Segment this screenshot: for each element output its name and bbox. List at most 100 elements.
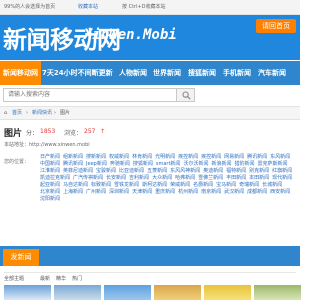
tag-link[interactable]: 成都新闻 <box>247 189 267 195</box>
breadcrumb: ⌂ 首页 › 新闻快讯 › 图片 <box>0 106 300 120</box>
tag-link[interactable]: 长城新闻 <box>262 182 282 188</box>
tag-link[interactable]: 林肯新闻 <box>132 154 152 160</box>
tag-link[interactable]: 光明新闻 <box>155 154 175 160</box>
tag-link[interactable]: 腾讯新闻 <box>63 161 83 167</box>
page-title: 图片 <box>4 129 23 139</box>
tags-label: 您的位置： <box>4 159 30 165</box>
thumbnail-image[interactable] <box>204 285 251 300</box>
tag-link[interactable]: 哈弗新闻 <box>175 175 195 181</box>
tag-link[interactable]: 宝马新闻 <box>216 182 236 188</box>
search-input[interactable] <box>3 88 178 102</box>
search-icon <box>182 91 191 100</box>
favorite-link[interactable]: 收藏本站 <box>78 0 98 14</box>
divider <box>4 272 296 273</box>
tag-link[interactable]: 标致新闻 <box>91 182 111 188</box>
author-label: 分： <box>26 130 39 137</box>
thumbnail-image[interactable] <box>154 285 201 300</box>
tag-link[interactable]: 东风风神新闻 <box>170 168 200 174</box>
tag-link[interactable]: 丰田新闻 <box>226 175 246 181</box>
tag-link[interactable]: 江淮新闻 <box>40 168 60 174</box>
tag-link[interactable]: 广汽传祺新闻 <box>73 175 103 181</box>
tag-link[interactable]: 中国新闻 <box>40 161 60 167</box>
tag-link[interactable]: 凯迪拉克新闻 <box>40 175 70 181</box>
tag-link[interactable]: 现代新闻 <box>272 175 292 181</box>
sort-latest[interactable]: 最新 <box>40 275 50 282</box>
tag-link[interactable]: 别克新闻 <box>249 168 269 174</box>
tag-link[interactable]: 猎豹新闻 <box>234 161 254 167</box>
tag-link[interactable]: 奇瑞新闻 <box>239 182 259 188</box>
sort-hot[interactable]: 热门 <box>72 275 82 282</box>
tag-link[interactable]: 雷克萨斯新闻 <box>257 161 287 167</box>
tag-link[interactable]: 奥迪新闻 <box>203 168 223 174</box>
search-button[interactable] <box>176 88 195 102</box>
tag-link[interactable]: 上海新闻 <box>63 189 83 195</box>
tag-link[interactable]: 新浪新闻 <box>211 161 231 167</box>
views-label: 浏览： <box>64 130 83 137</box>
tag-link[interactable]: 南京新闻 <box>201 189 221 195</box>
tag-link[interactable]: 天津新闻 <box>132 189 152 195</box>
tag-link[interactable]: 杭州新闻 <box>178 189 198 195</box>
tag-link[interactable]: 雪佛兰新闻 <box>198 175 223 181</box>
tag-link[interactable]: 雪铁龙新闻 <box>114 182 139 188</box>
tag-link[interactable]: 西安新闻 <box>270 189 290 195</box>
shortcut-hint: 按 Ctrl+D收藏本站 <box>122 4 166 10</box>
tag-link[interactable]: 沈阳新闻 <box>40 196 60 202</box>
tag-link[interactable]: 大众新闻 <box>152 175 172 181</box>
tag-link[interactable]: 英菲尼迪新闻 <box>63 168 93 174</box>
tag-link[interactable]: 深圳新闻 <box>109 189 129 195</box>
thumbnail-image[interactable] <box>104 285 151 300</box>
breadcrumb-home[interactable]: 首页 <box>12 107 22 119</box>
tag-link[interactable]: 权威新闻 <box>109 154 129 160</box>
tag-link[interactable]: 五菱新闻 <box>147 168 167 174</box>
tag-link[interactable]: 长安新闻 <box>106 175 126 181</box>
tag-link[interactable]: 红旗新闻 <box>272 168 292 174</box>
tag-link[interactable]: 荣威新闻 <box>170 182 190 188</box>
nav-item-auto[interactable]: 汽车新闻 <box>258 66 286 80</box>
thumbnail-image[interactable] <box>4 285 51 300</box>
tag-link[interactable]: 武汉新闻 <box>224 189 244 195</box>
breadcrumb-current: 图片 <box>60 110 71 116</box>
sort-featured[interactable]: 精华 <box>56 275 66 282</box>
tab-post-news[interactable]: 发新闻 <box>3 249 39 266</box>
nav-item-world[interactable]: 世界新闻 <box>153 66 181 80</box>
tag-link[interactable]: 斯柯达新闻 <box>142 182 167 188</box>
home-button[interactable]: 请回首页 <box>256 19 296 33</box>
thumbnail-image[interactable] <box>54 285 101 300</box>
tag-link[interactable]: 重庆新闻 <box>155 189 175 195</box>
nav-item-24h[interactable]: 7天24小时不间断更新 <box>42 66 113 80</box>
nav-item-people[interactable]: 人物新闻 <box>119 66 147 80</box>
tag-link[interactable]: 名爵新闻 <box>193 182 213 188</box>
tag-link[interactable]: 东风新闻 <box>270 154 290 160</box>
tag-link[interactable]: 搜狐新闻 <box>133 161 153 167</box>
tag-link[interactable]: 福特新闻 <box>226 168 246 174</box>
tag-link[interactable]: 宝骏新闻 <box>96 168 116 174</box>
tag-link[interactable]: 起亚新闻 <box>40 182 60 188</box>
tag-link[interactable]: 腾讯新闻 <box>247 154 267 160</box>
nav-item-mobile[interactable]: 手机新闻 <box>223 66 251 80</box>
tag-link[interactable]: 比亚迪新闻 <box>119 168 144 174</box>
tag-link[interactable]: 疾控新闻 <box>178 154 198 160</box>
nav-item-sohu[interactable]: 搜狐新闻 <box>188 66 216 80</box>
site-url: 本站地址：http://www.xinwen.mobi <box>4 142 90 148</box>
main-nav: 新闻移动网 7天24小时不间断更新 人物新闻 世界新闻 搜狐新闻 手机新闻 汽车… <box>0 61 300 85</box>
breadcrumb-section[interactable]: 新闻快讯 <box>32 107 52 119</box>
views-value: 257 <box>84 128 96 135</box>
tag-link[interactable]: 沃尔沃新闻 <box>183 161 208 167</box>
tag-link[interactable]: smart新闻 <box>156 161 181 167</box>
thumbnail-image[interactable] <box>254 285 301 300</box>
tag-link[interactable]: Jeep新闻 <box>86 161 107 167</box>
tag-link[interactable]: 本田新闻 <box>249 175 269 181</box>
tag-link[interactable]: 网易新闻 <box>224 154 244 160</box>
tag-link[interactable]: 广州新闻 <box>86 189 106 195</box>
sort-label[interactable]: 全部主题 <box>4 275 24 282</box>
tag-link[interactable]: 组新新闻 <box>63 154 83 160</box>
tag-link[interactable]: 日产新闻 <box>40 154 60 160</box>
tag-link[interactable]: 吉利新闻 <box>129 175 149 181</box>
tag-link[interactable]: 搜新新闻 <box>86 154 106 160</box>
tag-link[interactable]: 北京新闻 <box>40 189 60 195</box>
tag-link[interactable]: 马自达新闻 <box>63 182 88 188</box>
tag-link[interactable]: 奔驰新闻 <box>110 161 130 167</box>
nav-item-home[interactable]: 新闻移动网 <box>0 61 41 85</box>
author-value: 1853 <box>40 128 56 135</box>
tag-link[interactable]: 疾控新闻 <box>201 154 221 160</box>
